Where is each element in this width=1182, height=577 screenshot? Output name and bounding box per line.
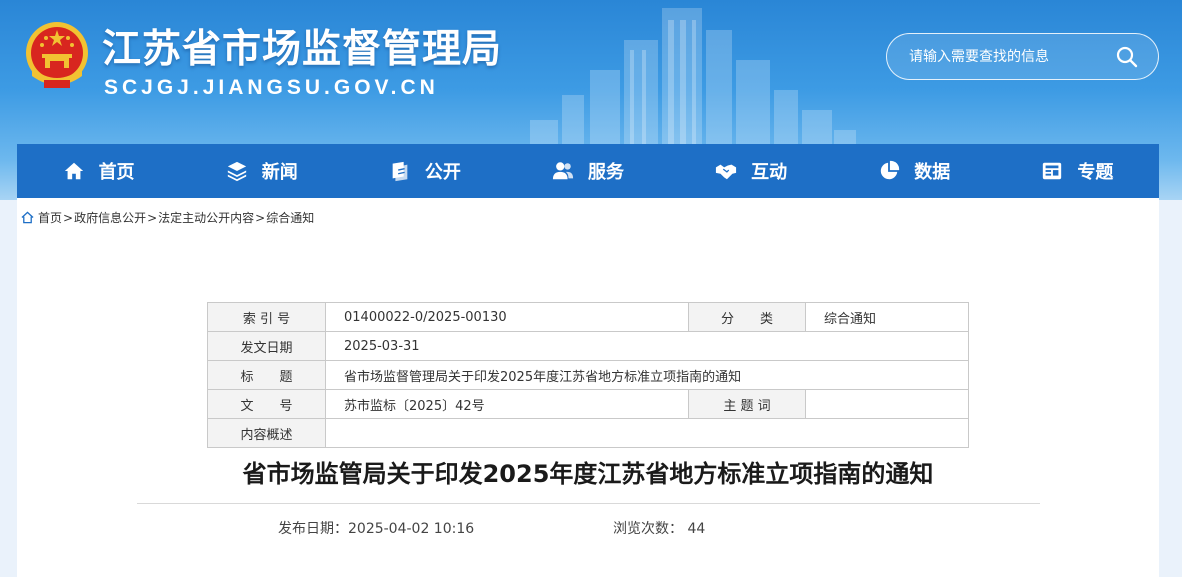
nav-label: 新闻 [261,162,298,183]
table-row: 内容概述 [207,418,969,448]
nav-item-news[interactable]: 新闻 [180,144,343,198]
main-nav: 首页 新闻 公开 服务 互动 数据 专题 [17,144,1159,198]
table-row: 标 题 省市场监督管理局关于印发2025年度江苏省地方标准立项指南的通知 [207,360,969,390]
docs-icon [392,161,408,182]
breadcrumb-link-gov-info[interactable]: 政府信息公开 [74,209,146,226]
category-label: 分 类 [688,302,806,332]
nav-item-data[interactable]: 数据 [833,144,996,198]
issue-date-label: 发文日期 [207,331,326,361]
table-row: 索 引 号 01400022-0/2025-00130 分 类 综合通知 [207,302,969,332]
keywords-value [805,389,969,419]
publish-date-value: 2025-04-02 10:16 [348,521,475,537]
view-count: 浏览次数： 44 [613,518,705,538]
breadcrumb-separator: > [63,210,74,225]
nav-item-topics[interactable]: 专题 [996,144,1159,198]
breadcrumb-separator: > [255,210,266,225]
nav-label: 数据 [914,162,951,183]
main-content: 首页 > 政府信息公开 > 法定主动公开内容 > 综合通知 索 引 号 0140… [17,198,1159,577]
home-icon [64,162,83,180]
breadcrumb-link-home[interactable]: 首页 [38,209,62,226]
breadcrumb-link-disclosure[interactable]: 法定主动公开内容 [158,209,254,226]
article-title: 省市场监管局关于印发2025年度江苏省地方标准立项指南的通知 [242,460,934,488]
keywords-label: 主 题 词 [688,389,806,419]
index-number-label: 索 引 号 [207,302,326,332]
users-icon [552,162,574,180]
site-url: SCJGJ.JIANGSU.GOV.CN [104,76,439,99]
nav-label: 首页 [98,162,135,183]
doc-number-label: 文 号 [207,389,326,419]
nav-label: 专题 [1077,162,1114,183]
summary-label: 内容概述 [207,418,326,448]
nav-label: 服务 [587,162,624,183]
summary-value [325,418,969,448]
nav-label: 公开 [424,162,461,183]
site-title: 江苏省市场监督管理局 [102,27,503,72]
document-meta-table: 索 引 号 01400022-0/2025-00130 分 类 综合通知 发文日… [207,302,969,448]
home-icon [21,211,34,224]
search-input[interactable] [909,45,1109,69]
search-box [886,33,1159,80]
publish-date-label: 发布日期： [278,521,348,537]
pie-chart-icon [881,160,900,180]
breadcrumb: 首页 > 政府信息公开 > 法定主动公开内容 > 综合通知 [21,209,314,226]
nav-label: 互动 [751,162,788,183]
breadcrumb-separator: > [147,210,158,225]
monitor-icon [1043,162,1062,180]
handshake-icon [716,164,737,180]
national-emblem-icon [26,22,88,88]
nav-item-home[interactable]: 首页 [17,144,180,198]
breadcrumb-link-general-notice[interactable]: 综合通知 [266,209,314,226]
view-count-value: 44 [687,521,706,537]
category-value: 综合通知 [805,302,969,332]
issue-date-value: 2025-03-31 [325,331,969,361]
doc-title-value: 省市场监督管理局关于印发2025年度江苏省地方标准立项指南的通知 [325,360,969,390]
doc-number-value: 苏市监标〔2025〕42号 [325,389,689,419]
view-count-label: 浏览次数： [613,521,683,537]
nav-item-interact[interactable]: 互动 [670,144,833,198]
layers-icon [227,161,246,182]
title-divider [137,503,1040,504]
doc-title-label: 标 题 [207,360,326,390]
nav-item-open[interactable]: 公开 [343,144,506,198]
nav-item-service[interactable]: 服务 [506,144,669,198]
publish-date: 发布日期：2025-04-02 10:16 [278,518,474,538]
index-number-value: 01400022-0/2025-00130 [325,302,689,332]
table-row: 发文日期 2025-03-31 [207,331,969,361]
table-row: 文 号 苏市监标〔2025〕42号 主 题 词 [207,389,969,419]
search-icon[interactable] [1115,45,1139,69]
